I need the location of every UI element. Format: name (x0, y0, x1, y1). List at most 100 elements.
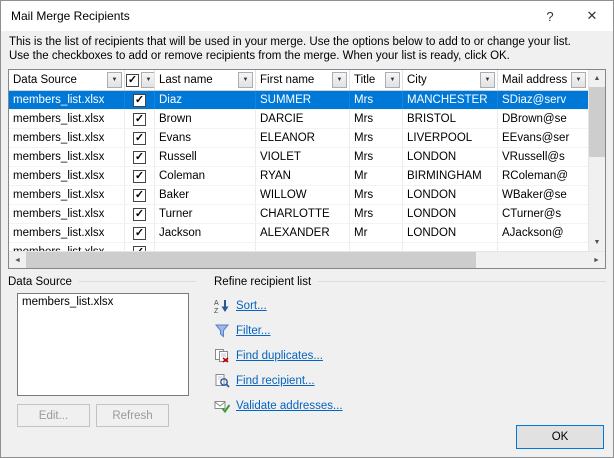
dropdown-arrow-icon[interactable]: ▼ (571, 72, 586, 88)
cell-city: LONDON (403, 148, 498, 166)
column-header-data-source[interactable]: Data Source ▼ (9, 70, 125, 90)
cell-first-name: SUMMER (256, 91, 350, 109)
table-row[interactable]: members_list.xlsx ✓ (9, 243, 588, 251)
horizontal-scrollbar[interactable]: ◄ ► (9, 251, 605, 268)
list-item[interactable]: members_list.xlsx (19, 295, 187, 309)
cell-mail-address: DBrown@se (502, 113, 567, 125)
cell-mail-address: CTurner@s (502, 208, 562, 220)
cell-data-source: members_list.xlsx (9, 243, 125, 251)
dropdown-arrow-icon[interactable]: ▼ (385, 72, 400, 88)
data-source-label: Data Source (8, 274, 196, 289)
cell-mail-address: SDiaz@serv (502, 94, 567, 106)
cell-mail-address: AJackson@ (502, 227, 564, 239)
recipients-grid: Data Source ▼ ✓ ▼ Last name ▼ First name… (8, 69, 606, 269)
ok-button[interactable]: OK (516, 425, 604, 449)
cell-title: Mrs (350, 110, 403, 128)
column-label: First name (260, 74, 315, 86)
cell-first-name: DARCIE (256, 110, 350, 128)
row-checkbox[interactable]: ✓ (133, 150, 146, 164)
column-header-title[interactable]: Title ▼ (350, 70, 403, 90)
refine-list-label: Refine recipient list (214, 274, 606, 289)
filter-link-row: Filter... (214, 323, 606, 339)
row-checkbox[interactable]: ✓ (133, 226, 146, 240)
sort-link[interactable]: Sort... (236, 300, 267, 312)
table-row[interactable]: members_list.xlsx ✓ Coleman RYAN Mr BIRM… (9, 167, 588, 186)
find-recipient-link[interactable]: Find recipient... (236, 375, 315, 387)
validate-addresses-link[interactable]: Validate addresses... (236, 400, 343, 412)
data-source-listbox[interactable]: members_list.xlsx (17, 293, 189, 396)
row-checkbox[interactable]: ✓ (133, 112, 146, 126)
table-row[interactable]: members_list.xlsx ✓ Brown DARCIE Mrs BRI… (9, 110, 588, 129)
dropdown-arrow-icon[interactable]: ▼ (238, 72, 253, 88)
validate-addresses-icon (214, 398, 230, 414)
cell-title: Mrs (350, 148, 403, 166)
find-duplicates-link-row: Find duplicates... (214, 348, 606, 364)
dropdown-arrow-icon[interactable]: ▼ (141, 72, 154, 88)
vertical-scrollbar-track[interactable] (589, 157, 605, 234)
refine-recipient-list-panel: Refine recipient list A Z Sort... Filter… (214, 274, 606, 425)
scroll-left-icon[interactable]: ◄ (9, 252, 26, 268)
column-header-first-name[interactable]: First name ▼ (256, 70, 350, 90)
row-checkbox[interactable]: ✓ (133, 188, 146, 202)
check-icon: ✓ (134, 113, 145, 125)
svg-text:Z: Z (214, 308, 219, 314)
scroll-up-icon[interactable]: ▲ (589, 70, 605, 87)
find-duplicates-link[interactable]: Find duplicates... (236, 350, 323, 362)
filter-link[interactable]: Filter... (236, 325, 271, 337)
dropdown-arrow-icon[interactable]: ▼ (107, 72, 122, 88)
horizontal-scrollbar-track[interactable] (476, 252, 588, 268)
row-checkbox[interactable]: ✓ (133, 93, 146, 107)
cell-title: Mrs (350, 91, 403, 109)
cell-title: Mr (350, 224, 403, 242)
dialog-footer: OK (1, 425, 613, 457)
row-checkbox[interactable]: ✓ (133, 131, 146, 145)
find-duplicates-icon (214, 348, 230, 364)
title-bar: Mail Merge Recipients ? ✕ (1, 1, 613, 31)
table-row[interactable]: members_list.xlsx ✓ Jackson ALEXANDER Mr… (9, 224, 588, 243)
table-row[interactable]: members_list.xlsx ✓ Baker WILLOW Mrs LON… (9, 186, 588, 205)
vertical-scrollbar[interactable]: ▲ ▼ (588, 70, 605, 251)
cell-first-name: RYAN (256, 167, 350, 185)
description-line-2: Use the checkboxes to add or remove reci… (9, 50, 510, 62)
cell-first-name: VIOLET (256, 148, 350, 166)
scroll-down-icon[interactable]: ▼ (589, 234, 605, 251)
row-checkbox[interactable]: ✓ (133, 169, 146, 183)
cell-title: Mrs (350, 205, 403, 223)
table-row[interactable]: members_list.xlsx ✓ Evans ELEANOR Mrs LI… (9, 129, 588, 148)
edit-button[interactable]: Edit... (17, 404, 90, 427)
cell-first-name: WILLOW (256, 186, 350, 204)
vertical-scrollbar-thumb[interactable] (589, 87, 605, 157)
cell-last-name: Diaz (155, 91, 256, 109)
column-header-checkbox[interactable]: ✓ ▼ (125, 70, 155, 90)
select-all-checkbox[interactable]: ✓ (126, 73, 139, 87)
cell-data-source: members_list.xlsx (9, 167, 125, 185)
cell-last-name: Jackson (155, 224, 256, 242)
dropdown-arrow-icon[interactable]: ▼ (480, 72, 495, 88)
close-button[interactable]: ✕ (571, 1, 613, 31)
validate-addresses-link-row: Validate addresses... (214, 398, 606, 414)
column-header-city[interactable]: City ▼ (403, 70, 498, 90)
dropdown-arrow-icon[interactable]: ▼ (332, 72, 347, 88)
column-label: City (407, 74, 427, 86)
column-header-last-name[interactable]: Last name ▼ (155, 70, 256, 90)
column-header-mail-address[interactable]: Mail address ▼ (498, 70, 588, 90)
scroll-right-icon[interactable]: ► (588, 252, 605, 268)
dialog-title: Mail Merge Recipients (11, 9, 130, 23)
cell-city: BRISTOL (403, 110, 498, 128)
refresh-button[interactable]: Refresh (96, 404, 169, 427)
cell-checkbox: ✓ (125, 205, 155, 223)
table-row[interactable]: members_list.xlsx ✓ Diaz SUMMER Mrs MANC… (9, 91, 588, 110)
cell-first-name (256, 243, 350, 251)
check-icon: ✓ (134, 170, 145, 182)
cell-city: LONDON (403, 186, 498, 204)
row-checkbox[interactable]: ✓ (133, 207, 146, 221)
cell-title: Mrs (350, 129, 403, 147)
cell-last-name: Baker (155, 186, 256, 204)
dialog-description: This is the list of recipients that will… (1, 31, 613, 69)
table-row[interactable]: members_list.xlsx ✓ Russell VIOLET Mrs L… (9, 148, 588, 167)
help-button[interactable]: ? (529, 1, 571, 31)
table-row[interactable]: members_list.xlsx ✓ Turner CHARLOTTE Mrs… (9, 205, 588, 224)
cell-city: MANCHESTER (403, 91, 498, 109)
horizontal-scrollbar-thumb[interactable] (26, 252, 476, 268)
cell-checkbox: ✓ (125, 186, 155, 204)
